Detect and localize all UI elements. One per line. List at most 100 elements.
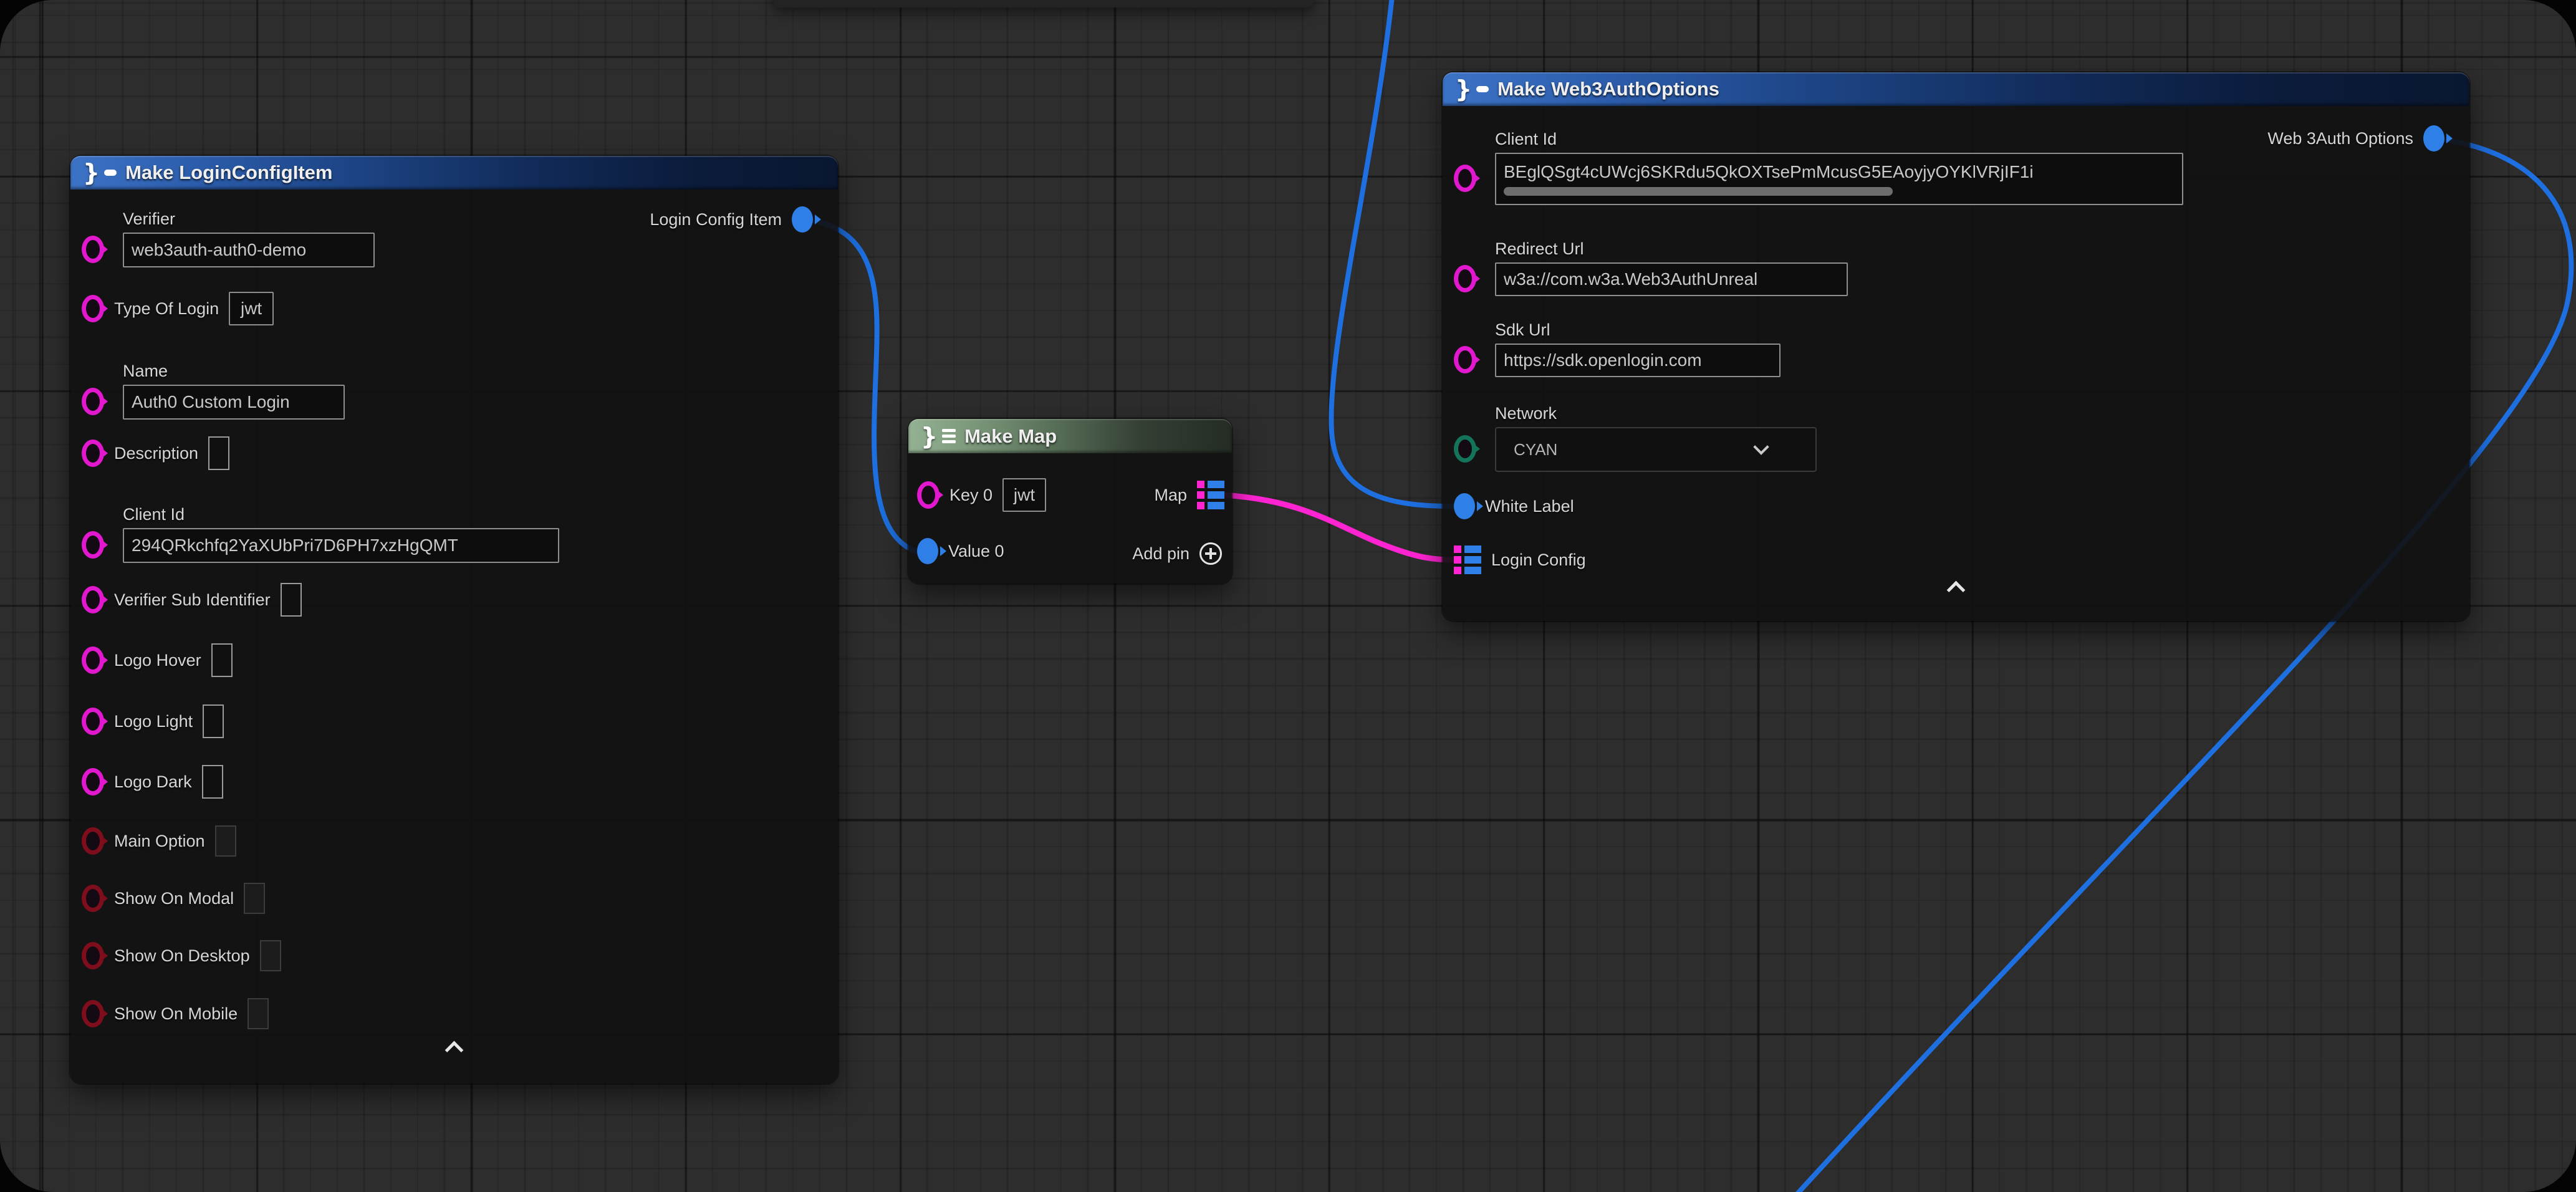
- logo-dark-label: Logo Dark: [114, 772, 192, 792]
- map-output-label: Map: [1154, 486, 1187, 505]
- row-map-output: Map: [1154, 479, 1224, 511]
- name-label: Name: [123, 362, 168, 381]
- description-input[interactable]: [208, 436, 229, 470]
- add-pin-label: Add pin: [1132, 544, 1189, 564]
- logo-hover-label: Logo Hover: [114, 651, 201, 670]
- make-map-icon: [921, 425, 956, 448]
- collapse-row: [70, 1044, 838, 1057]
- offscreen-node-bottom[interactable]: [773, 0, 1314, 7]
- verifier-input[interactable]: web3auth-auth0-demo: [123, 233, 375, 267]
- white-label-pin[interactable]: [1454, 493, 1475, 519]
- network-label: Network: [1495, 404, 1557, 423]
- key0-pin[interactable]: [917, 481, 940, 509]
- node-header-make-web3authoptions[interactable]: Make Web3AuthOptions: [1443, 72, 2469, 106]
- login-config-item-output-pin[interactable]: [792, 206, 813, 233]
- client-id-pin[interactable]: [1454, 165, 1476, 192]
- row-logo-dark: Logo Dark: [82, 763, 223, 800]
- client-id-text: BEglQSgt4cUWcj6SKRdu5QkOXTsePmMcusG5EAoy…: [1504, 162, 2034, 182]
- row-description: Description: [82, 435, 229, 472]
- row-network: Network CYAN: [1454, 404, 1817, 472]
- chevron-up-icon[interactable]: [445, 1041, 464, 1060]
- key0-label: Key 0: [949, 486, 992, 505]
- collapse-row: [1443, 584, 2469, 597]
- web3auth-options-output-pin[interactable]: [2423, 125, 2444, 151]
- redirect-url-label: Redirect Url: [1495, 239, 1584, 259]
- client-id-input[interactable]: 294QRkchfq2YaXUbPri7D6PH7xzHgQMT: [123, 528, 559, 563]
- network-dropdown[interactable]: CYAN: [1495, 427, 1817, 472]
- description-label: Description: [114, 444, 198, 463]
- main-option-checkbox[interactable]: [215, 825, 236, 857]
- key0-input[interactable]: jwt: [1002, 478, 1046, 512]
- value0-pin[interactable]: [917, 538, 938, 564]
- show-on-modal-label: Show On Modal: [114, 889, 234, 908]
- redirect-url-pin[interactable]: [1454, 265, 1476, 292]
- node-title: Make Map: [964, 425, 1057, 448]
- row-client-id: Client Id BEglQSgt4cUWcj6SKRdu5QkOXTsePm…: [1454, 130, 2183, 205]
- main-option-pin[interactable]: [82, 827, 104, 855]
- client-id-label: Client Id: [123, 505, 185, 524]
- show-on-mobile-checkbox[interactable]: [248, 998, 269, 1029]
- blueprint-editor: Make LoginConfigItem Login Config Item V…: [0, 0, 2576, 1192]
- network-pin[interactable]: [1454, 435, 1476, 463]
- logo-hover-pin[interactable]: [82, 646, 104, 674]
- row-logo-light: Logo Light: [82, 703, 224, 740]
- sdk-url-input[interactable]: https://sdk.openlogin.com: [1495, 344, 1781, 377]
- row-show-on-mobile: Show On Mobile: [82, 995, 269, 1032]
- row-redirect-url: Redirect Url w3a://com.w3a.Web3AuthUnrea…: [1454, 239, 1848, 296]
- main-option-label: Main Option: [114, 832, 205, 851]
- row-type-of-login: Type Of Login jwt: [82, 290, 274, 327]
- row-verifier-sub-identifier: Verifier Sub Identifier: [82, 581, 302, 618]
- output-row-login-config-item: Login Config Item: [650, 203, 813, 236]
- show-on-modal-pin[interactable]: [82, 885, 104, 912]
- verifier-sub-identifier-pin[interactable]: [82, 586, 104, 613]
- node-make-loginconfigitem[interactable]: Make LoginConfigItem Login Config Item V…: [70, 156, 838, 1084]
- client-id-input[interactable]: BEglQSgt4cUWcj6SKRdu5QkOXTsePmMcusG5EAoy…: [1495, 153, 2183, 205]
- logo-dark-input[interactable]: [202, 765, 223, 799]
- type-of-login-label: Type Of Login: [114, 299, 219, 319]
- login-config-label: Login Config: [1491, 550, 1586, 570]
- type-of-login-input[interactable]: jwt: [229, 292, 274, 325]
- node-title: Make Web3AuthOptions: [1497, 78, 1719, 100]
- make-struct-icon: [1455, 77, 1489, 101]
- node-make-web3authoptions[interactable]: Make Web3AuthOptions Web 3Auth Options C…: [1443, 72, 2469, 621]
- row-logo-hover: Logo Hover: [82, 642, 233, 679]
- node-header-make-loginconfigitem[interactable]: Make LoginConfigItem: [70, 156, 838, 190]
- node-make-map[interactable]: Make Map Key 0 jwt Map Value 0 Add pin: [908, 419, 1232, 584]
- logo-light-pin[interactable]: [82, 708, 104, 735]
- logo-dark-pin[interactable]: [82, 768, 104, 795]
- login-config-pin[interactable]: [1454, 546, 1481, 574]
- redirect-url-input[interactable]: w3a://com.w3a.Web3AuthUnreal: [1495, 262, 1848, 296]
- row-add-pin: Add pin: [1132, 537, 1222, 570]
- show-on-modal-checkbox[interactable]: [244, 883, 265, 914]
- add-pin-icon[interactable]: [1199, 542, 1222, 565]
- type-of-login-pin[interactable]: [82, 295, 104, 322]
- node-title: Make LoginConfigItem: [125, 161, 332, 184]
- value0-label: Value 0: [948, 542, 1004, 561]
- node-header-make-map[interactable]: Make Map: [908, 419, 1232, 453]
- client-id-label: Client Id: [1495, 130, 1557, 149]
- show-on-mobile-pin[interactable]: [82, 1000, 104, 1027]
- map-output-pin[interactable]: [1197, 481, 1224, 509]
- graph-canvas[interactable]: Make LoginConfigItem Login Config Item V…: [0, 0, 2576, 1192]
- client-id-scrollbar[interactable]: [1504, 187, 1893, 196]
- name-pin[interactable]: [82, 388, 104, 415]
- name-input[interactable]: Auth0 Custom Login: [123, 385, 345, 420]
- wire-offscreen-to-white-label[interactable]: [1331, 0, 1453, 506]
- row-main-option: Main Option: [82, 822, 236, 860]
- chevron-up-icon[interactable]: [1947, 581, 1966, 600]
- client-id-pin[interactable]: [82, 531, 104, 559]
- show-on-desktop-pin[interactable]: [82, 942, 104, 969]
- show-on-desktop-label: Show On Desktop: [114, 946, 250, 966]
- sdk-url-pin[interactable]: [1454, 346, 1476, 373]
- verifier-pin[interactable]: [82, 236, 104, 263]
- logo-hover-input[interactable]: [211, 643, 233, 677]
- verifier-sub-identifier-input[interactable]: [281, 583, 302, 617]
- chevron-down-icon: [1753, 439, 1769, 454]
- show-on-mobile-label: Show On Mobile: [114, 1004, 238, 1024]
- row-client-id: Client Id 294QRkchfq2YaXUbPri7D6PH7xzHgQ…: [82, 505, 559, 563]
- row-login-config: Login Config: [1454, 541, 1586, 579]
- logo-light-input[interactable]: [203, 704, 224, 738]
- show-on-desktop-checkbox[interactable]: [260, 940, 281, 971]
- description-pin[interactable]: [82, 440, 104, 467]
- logo-light-label: Logo Light: [114, 712, 193, 731]
